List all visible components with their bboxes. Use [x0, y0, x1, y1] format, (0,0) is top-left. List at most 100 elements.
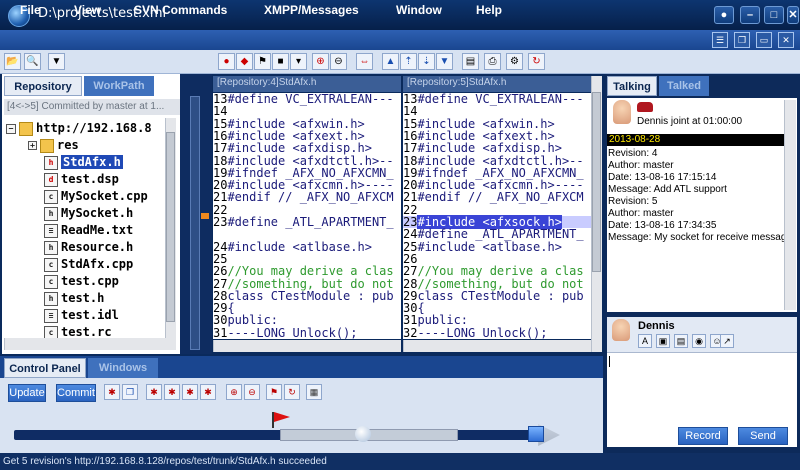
chat-scrollbar[interactable] [784, 100, 796, 310]
revert-icon[interactable]: ✱ [104, 384, 120, 400]
commit-button[interactable]: Commit [56, 384, 96, 402]
close-button[interactable]: ✕ [787, 6, 799, 24]
diff-overview-bar[interactable] [190, 96, 200, 350]
relocate-icon[interactable]: ✱ [200, 384, 216, 400]
cpp-file-icon: c [44, 257, 58, 272]
tab-windows[interactable]: Windows [88, 358, 158, 378]
dropdown-icon[interactable]: ▾ [290, 53, 307, 70]
branch-icon[interactable]: ✱ [164, 384, 180, 400]
filter-icon[interactable]: ▼ [48, 53, 65, 70]
tree-item[interactable]: ≡ test.idl [44, 307, 119, 324]
record-button[interactable]: Record [678, 427, 728, 445]
arrow-down-icon[interactable]: ▼ [436, 53, 453, 70]
search-icon[interactable]: 🔍 [24, 53, 41, 70]
left-code-pane[interactable]: 13#define VC_EXTRALEAN--- 14 15#include <a… [213, 93, 401, 339]
expand-icon[interactable]: + [28, 141, 37, 150]
revision-flag-icon[interactable] [274, 412, 290, 422]
calendar-icon[interactable]: ▦ [306, 384, 322, 400]
screenshot-icon[interactable]: ▤ [674, 334, 688, 348]
switch-icon[interactable]: ✱ [182, 384, 198, 400]
refresh-icon[interactable]: ↻ [528, 53, 545, 70]
tree-item[interactable]: h MySocket.h [44, 205, 133, 222]
tree-item[interactable]: c MySocket.cpp [44, 188, 148, 205]
tree-root[interactable]: − http://192.168.8 [6, 120, 152, 137]
send-button[interactable]: Send [738, 427, 788, 445]
minimize-button[interactable]: – [740, 6, 760, 24]
pointer-icon[interactable]: ↗ [720, 334, 734, 348]
menu-xmpp-messages[interactable]: XMPP/Messages [264, 3, 359, 17]
zoom-out-icon[interactable]: ⊖ [244, 384, 260, 400]
merge-icon[interactable]: ✱ [146, 384, 162, 400]
settings-icon[interactable]: ⚙ [506, 53, 523, 70]
right-hscrollbar[interactable] [403, 340, 591, 352]
sync-icon[interactable]: ↻ [284, 384, 300, 400]
font-icon[interactable]: A [638, 334, 652, 348]
folder-icon [40, 138, 54, 153]
tree-item[interactable]: h Resource.h [44, 239, 133, 256]
collapse-icon[interactable]: − [6, 123, 16, 134]
zoom-in-icon[interactable]: ⊕ [312, 53, 329, 70]
camera-icon[interactable]: ◉ [692, 334, 706, 348]
tree-item[interactable]: h test.h [44, 290, 104, 307]
chat-date-banner: 2013-08-28 [607, 134, 795, 146]
code-line: 22 [213, 204, 227, 216]
tile-icon[interactable]: ☰ [712, 32, 728, 48]
tab-talked[interactable]: Talked [659, 76, 709, 96]
close-doc-icon[interactable]: ✕ [778, 32, 794, 48]
prev-change-icon[interactable]: ⇡ [400, 53, 417, 70]
right-code-pane[interactable]: 13#define VC_EXTRALEAN--- 14 15#include <a… [403, 93, 591, 339]
help-circle-button[interactable]: ● [714, 6, 734, 24]
right-pane-header: [Repository:5]StdAfx.h [403, 76, 591, 92]
menu-help[interactable]: Help [476, 3, 502, 17]
code-line: 29{ [213, 302, 235, 314]
join-message: Dennis joint at 01:00:00 [637, 116, 743, 127]
code-text: ----LONG Unlock(); [417, 325, 548, 339]
bookmark-icon[interactable]: ◆ [236, 53, 253, 70]
tab-repository[interactable]: Repository [4, 76, 82, 96]
arrow-up-icon[interactable]: ▲ [382, 53, 399, 70]
update-button[interactable]: Update [8, 384, 46, 402]
flag-icon[interactable]: ⚑ [254, 53, 271, 70]
menu-svn-commands[interactable]: SVN Commands [134, 3, 227, 17]
code-line: 25 [213, 253, 227, 265]
tree-item[interactable]: d test.dsp [44, 171, 119, 188]
flag-icon[interactable]: ⚑ [266, 384, 282, 400]
next-change-icon[interactable]: ⇣ [418, 53, 435, 70]
copy-icon[interactable]: ❐ [122, 384, 138, 400]
maximize-button[interactable]: □ [764, 6, 784, 24]
tree-item-selected[interactable]: h StdAfx.h [44, 154, 123, 171]
tree-item[interactable]: ≡ ReadMe.txt [44, 222, 133, 239]
print-icon[interactable]: ⎙ [484, 53, 501, 70]
tab-workpath[interactable]: WorkPath [84, 76, 154, 96]
zoom-in-icon[interactable]: ⊕ [226, 384, 242, 400]
menu-file[interactable]: File [20, 3, 41, 17]
open-folder-icon[interactable]: 📂 [4, 53, 21, 70]
timeline-end-handle[interactable] [528, 426, 544, 442]
tree-item[interactable]: + res [28, 137, 79, 154]
tree-hscrollbar[interactable] [4, 338, 176, 350]
restore-icon[interactable]: ❐ [734, 32, 750, 48]
diff-icon[interactable]: ⇔ [356, 53, 373, 70]
image-icon[interactable]: ▣ [656, 334, 670, 348]
zoom-out-icon[interactable]: ⊖ [330, 53, 347, 70]
code-line: 25#include <atlbase.h> [403, 241, 562, 253]
code-line: 27//You may derive a clas [403, 265, 584, 277]
code-line: 14 [213, 105, 227, 117]
cascade-icon[interactable]: ▭ [756, 32, 772, 48]
code-line: 16#include <afxext.h> [403, 130, 555, 142]
tree-item[interactable]: c test.cpp [44, 273, 119, 290]
tree-item[interactable]: c StdAfx.cpp [44, 256, 133, 273]
stop-icon[interactable]: ■ [272, 53, 289, 70]
tab-control-panel[interactable]: Control Panel [4, 358, 86, 378]
log-line: Author: master [608, 208, 674, 219]
menu-window[interactable]: Window [396, 3, 442, 17]
message-input[interactable] [608, 355, 796, 417]
code-scroll-thumb[interactable] [592, 92, 601, 272]
menu-view[interactable]: View [74, 3, 101, 17]
code-line: 23#define _ATL_APARTMENT_ [213, 216, 394, 228]
record-icon[interactable]: ● [218, 53, 235, 70]
layout-icon[interactable]: ▤ [462, 53, 479, 70]
left-hscrollbar[interactable] [213, 340, 401, 352]
tab-talking[interactable]: Talking [607, 76, 657, 96]
tree-scroll-thumb[interactable] [166, 132, 175, 322]
